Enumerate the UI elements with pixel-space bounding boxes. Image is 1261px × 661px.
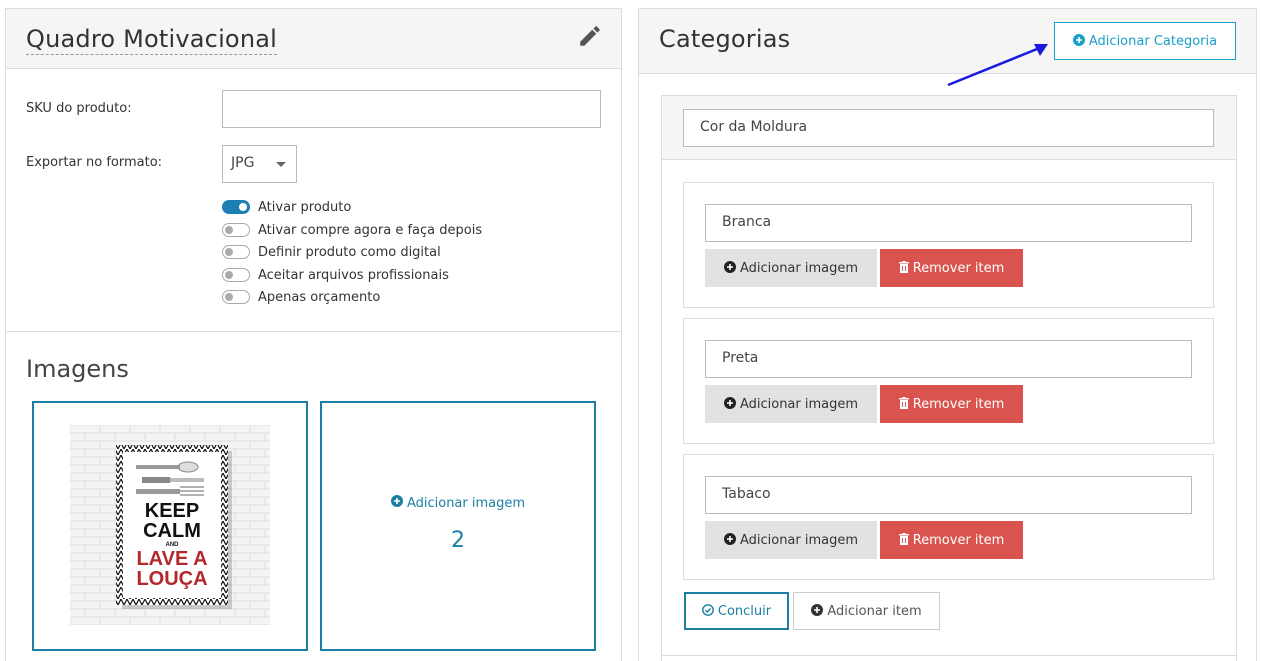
- toggle-label: Definir produto como digital: [258, 244, 441, 260]
- toggle-switch[interactable]: [222, 290, 250, 304]
- product-title[interactable]: Quadro Motivacional: [26, 25, 278, 55]
- poster-line: CALM: [143, 520, 201, 542]
- sku-input[interactable]: [222, 90, 601, 128]
- categories-title: Categorias: [659, 25, 791, 53]
- remove-item-button[interactable]: Remover item: [880, 521, 1023, 559]
- plus-circle-icon: [723, 260, 736, 276]
- toggle-switch[interactable]: [222, 245, 250, 259]
- toggle-row-compre-agora[interactable]: Ativar compre agora e faça depois: [222, 220, 482, 240]
- category-item: Tabaco Adicionar imagem Remover item: [683, 454, 1214, 580]
- image-slot-number: 2: [451, 528, 465, 553]
- category-name-input[interactable]: Cor da Moldura: [683, 109, 1214, 147]
- image-slot-2[interactable]: Adicionar imagem 2: [320, 401, 596, 651]
- plus-circle-icon: [390, 495, 403, 510]
- add-image-label: Adicionar imagem: [739, 260, 859, 276]
- trash-icon: [898, 396, 909, 412]
- toggle-row-digital[interactable]: Definir produto como digital: [222, 242, 441, 262]
- trash-icon: [898, 532, 909, 548]
- export-format-label: Exportar no formato:: [26, 155, 163, 170]
- export-format-select[interactable]: JPG: [222, 145, 297, 183]
- add-category-button[interactable]: Adicionar Categoria: [1054, 22, 1236, 60]
- export-format-value: JPG: [231, 155, 255, 171]
- item-name-input[interactable]: Tabaco: [705, 476, 1192, 514]
- category-box: Cor da Moldura Branca Adicionar imagem R…: [661, 95, 1237, 661]
- remove-item-label: Remover item: [912, 260, 1005, 276]
- remove-item-button[interactable]: Remover item: [880, 249, 1023, 287]
- annotation-arrow-icon: [947, 44, 1048, 87]
- add-image-button[interactable]: Adicionar imagem: [705, 521, 877, 559]
- category-item: Preta Adicionar imagem Remover item: [683, 318, 1214, 444]
- toggle-row-arquivos[interactable]: Aceitar arquivos profissionais: [222, 265, 449, 285]
- check-circle-icon: [701, 603, 714, 619]
- toggle-label: Ativar compre agora e faça depois: [258, 222, 483, 238]
- add-image-label: Adicionar imagem: [406, 496, 526, 511]
- pencil-icon[interactable]: [577, 23, 603, 49]
- remove-item-label: Remover item: [912, 396, 1005, 412]
- toggle-label: Aceitar arquivos profissionais: [258, 267, 449, 283]
- add-image-button[interactable]: Adicionar imagem: [705, 385, 877, 423]
- add-item-button[interactable]: Adicionar item: [793, 592, 940, 630]
- remove-item-label: Remover item: [912, 532, 1005, 548]
- plus-circle-icon: [811, 603, 824, 619]
- category-head: Cor da Moldura: [662, 96, 1236, 160]
- toggle-switch[interactable]: [222, 200, 250, 214]
- item-name-input[interactable]: Branca: [705, 204, 1192, 242]
- plus-circle-icon: [723, 532, 736, 548]
- add-image-link[interactable]: Adicionar imagem: [322, 495, 594, 511]
- remove-item-button[interactable]: Remover item: [880, 385, 1023, 423]
- category-item: Branca Adicionar imagem Remover item: [683, 182, 1214, 308]
- next-category-box: [661, 655, 1237, 661]
- conclude-button[interactable]: Concluir: [684, 592, 789, 630]
- add-item-label: Adicionar item: [827, 603, 922, 619]
- toggle-switch[interactable]: [222, 268, 250, 282]
- categories-panel: Categorias Adicionar Categoria Cor da Mo…: [638, 8, 1257, 661]
- add-category-label: Adicionar Categoria: [1088, 33, 1218, 49]
- poster-line: KEEP: [144, 500, 200, 522]
- toggle-label: Ativar produto: [258, 199, 352, 215]
- plus-circle-icon: [723, 396, 736, 412]
- toggle-row-orcamento[interactable]: Apenas orçamento: [222, 287, 380, 307]
- product-image: KEEP CALM AND LAVE A LOUÇA: [70, 425, 270, 625]
- item-name-input[interactable]: Preta: [705, 340, 1192, 378]
- add-image-label: Adicionar imagem: [739, 532, 859, 548]
- product-panel: Quadro Motivacional SKU do produto: Expo…: [5, 8, 622, 661]
- toggle-switch[interactable]: [222, 223, 250, 237]
- toggle-row-ativar-produto[interactable]: Ativar produto: [222, 197, 351, 217]
- plus-circle-icon: [1072, 33, 1085, 49]
- toggle-label: Apenas orçamento: [258, 289, 381, 305]
- poster-line: LOUÇA: [136, 568, 208, 590]
- trash-icon: [898, 260, 909, 276]
- product-header: Quadro Motivacional: [6, 9, 621, 69]
- image-slot-1[interactable]: KEEP CALM AND LAVE A LOUÇA: [32, 401, 308, 651]
- poster-text: KEEP CALM AND LAVE A LOUÇA: [123, 501, 221, 589]
- add-image-button[interactable]: Adicionar imagem: [705, 249, 877, 287]
- add-image-label: Adicionar imagem: [739, 396, 859, 412]
- poster-line: LAVE A: [136, 548, 208, 570]
- images-title: Imagens: [26, 355, 129, 383]
- conclude-label: Concluir: [717, 603, 772, 619]
- sku-label: SKU do produto:: [26, 101, 132, 116]
- section-divider: [6, 331, 621, 332]
- caret-down-icon: [276, 162, 286, 167]
